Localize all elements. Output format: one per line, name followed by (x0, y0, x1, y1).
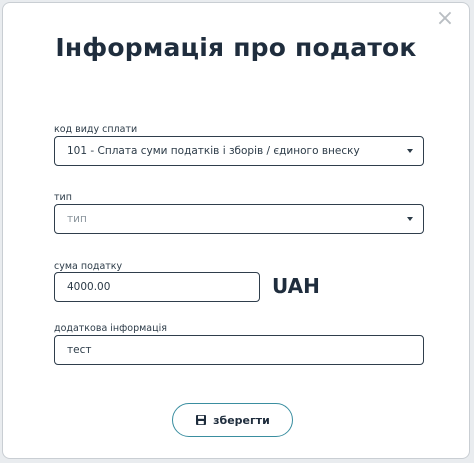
save-button-label: зберегти (213, 413, 270, 427)
tax-info-modal: × Інформація про податок код виду сплати… (2, 2, 470, 459)
additional-info-label: додаткова інформація (54, 323, 167, 334)
close-icon[interactable]: × (435, 8, 455, 30)
currency-label: UAH (272, 274, 320, 298)
save-button[interactable]: зберегти (172, 403, 293, 437)
type-placeholder: тип (67, 213, 87, 225)
modal-title: Інформація про податок (55, 33, 417, 62)
type-select[interactable]: тип (54, 204, 424, 234)
payment-type-select[interactable]: 101 - Сплата суми податків і зборів / єд… (54, 136, 424, 166)
tax-amount-input[interactable]: 4000.00 (54, 272, 260, 302)
tax-amount-value: 4000.00 (67, 281, 111, 293)
additional-info-value: тест (67, 344, 92, 356)
chevron-down-icon (407, 217, 413, 221)
type-label: тип (54, 192, 72, 203)
chevron-down-icon (407, 149, 413, 153)
tax-amount-label: сума податку (54, 261, 123, 272)
floppy-disk-icon (196, 415, 207, 425)
additional-info-input[interactable]: тест (54, 335, 424, 365)
payment-type-label: код виду сплати (54, 124, 138, 135)
payment-type-value: 101 - Сплата суми податків і зборів / єд… (67, 145, 360, 157)
